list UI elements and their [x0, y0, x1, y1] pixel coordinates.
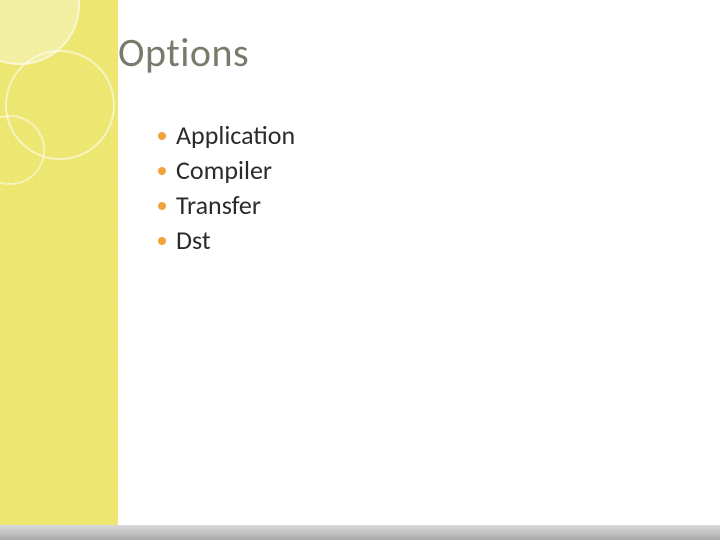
bullet-icon: [158, 167, 166, 175]
bullet-icon: [158, 237, 166, 245]
list-item: Dst: [158, 223, 295, 258]
slide-title: Options: [118, 28, 249, 77]
list-item: Compiler: [158, 153, 295, 188]
slide: Options Application Compiler Transfer Ds…: [0, 0, 720, 540]
list-item-label: Dst: [176, 223, 211, 258]
left-accent-band: [0, 0, 118, 525]
list-item-label: Application: [176, 118, 295, 153]
list-item-label: Transfer: [176, 188, 261, 223]
bullet-icon: [158, 132, 166, 140]
bullet-list: Application Compiler Transfer Dst: [158, 118, 295, 258]
list-item: Transfer: [158, 188, 295, 223]
list-item-label: Compiler: [176, 153, 272, 188]
slide-bottom-edge: [0, 525, 720, 540]
bullet-icon: [158, 202, 166, 210]
list-item: Application: [158, 118, 295, 153]
